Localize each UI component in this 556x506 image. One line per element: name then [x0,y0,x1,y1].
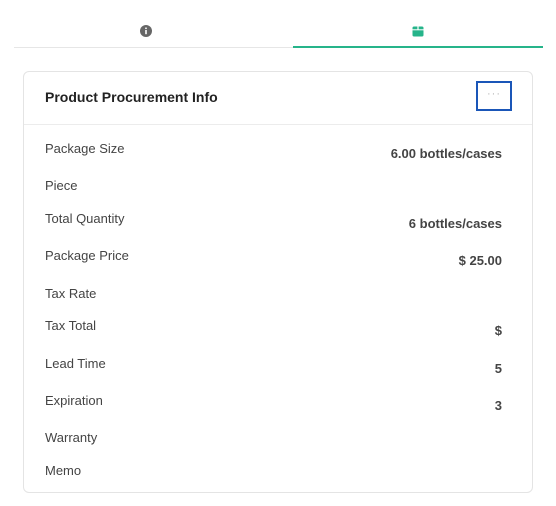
row-label: Warranty [45,430,98,445]
box-icon [412,25,424,37]
info-icon [140,24,152,37]
row-value: 3 [494,398,502,413]
row-label: Tax Total [45,318,97,333]
row-package-size: Package Size 6.00 bottles/cases [24,141,532,161]
card-header: Product Procurement Info ··· [24,72,532,125]
row-label: Tax Rate [45,286,97,301]
row-value: 6 bottles/cases [408,216,502,231]
row-total-quantity: Total Quantity 6 bottles/cases [24,211,532,231]
card-title: Product Procurement Info [45,89,218,105]
more-icon: ··· [487,87,501,100]
row-memo: Memo [24,463,532,483]
row-value: $ [494,323,502,338]
row-piece: Piece [24,178,532,198]
row-package-price: Package Price $ 25.00 [24,248,532,268]
row-label: Memo [45,463,82,478]
row-tax-total: Tax Total $ [24,318,532,338]
procurement-info-card: Product Procurement Info ··· Package Siz… [23,71,533,493]
tab-product[interactable] [293,14,543,48]
active-tab-indicator [293,46,543,48]
row-lead-time: Lead Time 5 [24,356,532,376]
row-tax-rate: Tax Rate [24,286,532,306]
row-expiration: Expiration 3 [24,393,532,413]
row-label: Package Price [45,248,129,263]
row-value: $ 25.00 [458,253,502,268]
row-label: Total Quantity [45,211,125,226]
row-label: Lead Time [45,356,106,371]
row-label: Expiration [45,393,103,408]
row-warranty: Warranty [24,430,532,450]
row-value: 6.00 bottles/cases [390,146,502,161]
row-value: 5 [494,361,502,376]
tab-bar [14,14,543,48]
row-label: Package Size [45,141,125,156]
tab-info[interactable] [14,14,278,47]
row-label: Piece [45,178,78,193]
more-options-button[interactable]: ··· [476,81,512,111]
